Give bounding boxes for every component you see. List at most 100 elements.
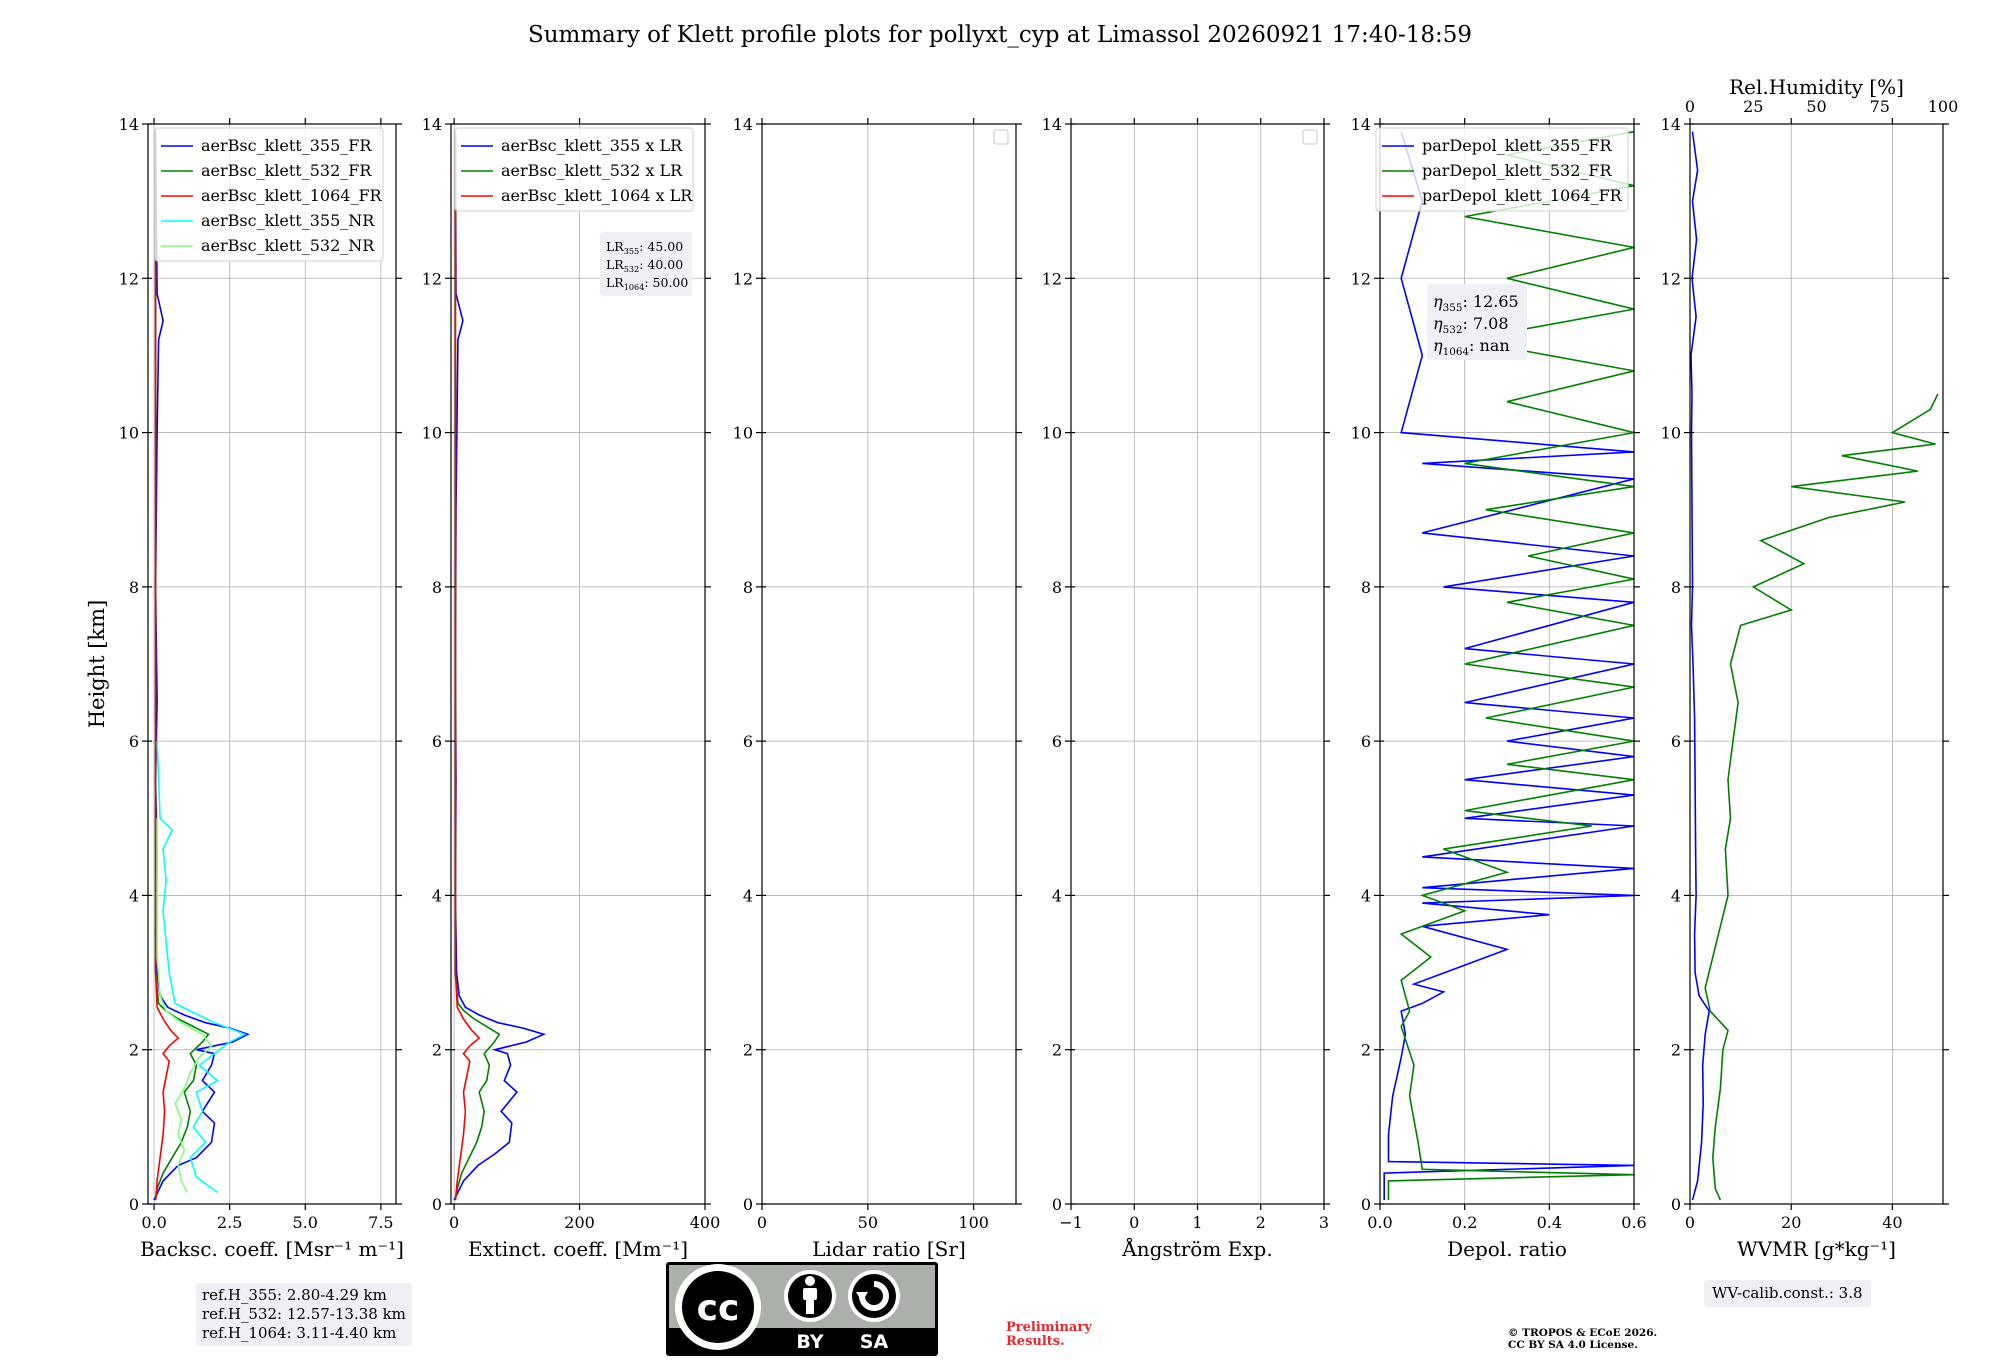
ytick-label: 10 — [733, 424, 753, 443]
ytick-label: 14 — [119, 115, 139, 134]
top-xtick-label: 75 — [1870, 97, 1890, 116]
ytick-label: 0 — [1361, 1195, 1371, 1214]
cc-logo-text: cc — [697, 1288, 740, 1329]
empty-legend-box — [993, 129, 1009, 145]
plot-frame — [1689, 123, 1944, 1205]
xaxis-label: WVMR [g*kg⁻¹] — [1737, 1237, 1896, 1261]
legend-label: parDepol_klett_1064_FR — [1422, 186, 1623, 205]
xaxis-label: Lidar ratio [Sr] — [812, 1237, 966, 1261]
empty-legend-box — [1302, 129, 1318, 145]
xtick-label: 0.0 — [1367, 1213, 1392, 1232]
ytick-label: 10 — [1661, 424, 1681, 443]
xtick-label: 40 — [1882, 1213, 1902, 1232]
by-label: BY — [796, 1331, 823, 1353]
xtick-label: 400 — [690, 1213, 721, 1232]
ytick-label: 0 — [1052, 1195, 1062, 1214]
top-xtick-label: 100 — [1928, 97, 1959, 116]
ytick-label: 10 — [119, 424, 139, 443]
ytick-label: 12 — [733, 269, 753, 288]
ytick-label: 10 — [1042, 424, 1062, 443]
plot-frame — [761, 123, 1017, 1205]
xtick-label: 1 — [1192, 1213, 1202, 1232]
ytick-label: 0 — [129, 1195, 139, 1214]
ytick-label: 4 — [129, 886, 139, 905]
panel-4: 02468101214−1 0 1 2 3Ångström Exp. — [1042, 115, 1330, 1261]
annotation-line: LR355: 45.00 — [606, 239, 683, 256]
ytick-label: 4 — [743, 886, 753, 905]
panel-6: 024681012140 20 40WVMR [g*kg⁻¹]0 25 50 75 100R… — [1661, 75, 1959, 1261]
series-line-aerBsc_klett_1064 x LR — [454, 131, 481, 1201]
legend-label: aerBsc_klett_355 x LR — [501, 136, 683, 155]
copyright-line-2: CC BY SA 4.0 License. — [1508, 1339, 1638, 1351]
sa-label: SA — [860, 1331, 889, 1353]
ref-height-532: ref.H_532: 12.57-13.38 km — [202, 1305, 406, 1323]
legend-label: aerBsc_klett_355_NR — [201, 211, 375, 230]
preliminary-line-1: Preliminary — [1006, 1320, 1092, 1335]
ytick-label: 12 — [1351, 269, 1371, 288]
ytick-label: 4 — [1052, 886, 1062, 905]
ytick-label: 12 — [119, 269, 139, 288]
legend-label: aerBsc_klett_1064 x LR — [501, 186, 693, 205]
ytick-label: 6 — [743, 732, 753, 751]
legend-label: aerBsc_klett_532_FR — [201, 161, 372, 180]
ytick-label: 6 — [1671, 732, 1681, 751]
sa-sharealike-icon — [848, 1270, 900, 1322]
ytick-label: 10 — [1351, 424, 1371, 443]
xaxis-label: Extinct. coeff. [Mm⁻¹] — [468, 1237, 688, 1261]
ref-height-1064: ref.H_1064: 3.11-4.40 km — [202, 1324, 397, 1342]
by-attribution-icon — [784, 1270, 836, 1322]
xtick-label: 50 — [858, 1213, 878, 1232]
ytick-label: 6 — [432, 732, 442, 751]
series-line-aerBsc_klett_355_NR — [156, 741, 247, 1194]
ytick-label: 14 — [1351, 115, 1371, 134]
xtick-label: 0 — [1129, 1213, 1139, 1232]
top-xtick-label: 25 — [1743, 97, 1763, 116]
copyright-note: © TROPOS & ECoE 2026. CC BY SA 4.0 Licen… — [1508, 1327, 1657, 1351]
wv-calib-box: WV-calib.const.: 3.8 — [1704, 1280, 1871, 1307]
xtick-label: 3 — [1319, 1213, 1329, 1232]
xtick-label: 0.0 — [141, 1213, 166, 1232]
series-line-RH — [1704, 393, 1939, 1201]
annotation-box: η355: 12.65η532: 7.08η1064: nan — [1427, 284, 1527, 360]
ytick-label: 8 — [1361, 578, 1371, 597]
panel-3: 0 2 4 6 8 10 12 14 0 50 100 Lidar ratio [Sr] — [733, 115, 1022, 1261]
xtick-label: 0.2 — [1452, 1213, 1477, 1232]
plot-frame — [147, 123, 397, 1205]
copyright-line-1: © TROPOS & ECoE 2026. — [1508, 1327, 1658, 1339]
ref-height-355: ref.H_355: 2.80-4.29 km — [202, 1286, 387, 1304]
ytick-label: 8 — [432, 578, 442, 597]
xtick-label: 0 — [757, 1213, 767, 1232]
ytick-label: 2 — [743, 1041, 753, 1060]
profile-chart: 024681012140.0 2.5 5.0 7.5Backsc. coeff. [M… — [85, 75, 1959, 1261]
xaxis-label: Backsc. coeff. [Msr⁻¹ m⁻¹] — [140, 1237, 404, 1261]
annotation-line: LR532: 40.00 — [606, 257, 683, 274]
legend-label: aerBsc_klett_532 x LR — [501, 161, 683, 180]
xtick-label: 20 — [1781, 1213, 1801, 1232]
ytick-label: 10 — [422, 424, 442, 443]
ytick-label: 8 — [1052, 578, 1062, 597]
legend: parDepol_klett_355_FR parDepol_klett_532_… — [1375, 127, 1629, 212]
ytick-label: 4 — [432, 886, 442, 905]
preliminary-line-2: Results. — [1006, 1334, 1065, 1349]
panel-5: 0 2 4 6 8 10 12 14 0.0 0.2 0.4 0.6 Depol. ratio parDe… — [1351, 115, 1647, 1261]
ytick-label: 4 — [1361, 886, 1371, 905]
ytick-label: 6 — [1052, 732, 1062, 751]
top-xtick-label: 50 — [1806, 97, 1826, 116]
ytick-label: 0 — [432, 1195, 442, 1214]
top-xtick-label: 0 — [1685, 97, 1695, 116]
ytick-label: 14 — [1042, 115, 1062, 134]
legend-label: parDepol_klett_355_FR — [1422, 136, 1613, 155]
xtick-label: 0.6 — [1621, 1213, 1646, 1232]
ytick-label: 12 — [422, 269, 442, 288]
legend-label: aerBsc_klett_1064_FR — [201, 186, 383, 205]
yaxis-label: Height [km] — [85, 600, 109, 729]
ytick-label: 0 — [743, 1195, 753, 1214]
ytick-label: 8 — [129, 578, 139, 597]
xaxis-label: Ångström Exp. — [1121, 1236, 1272, 1261]
ytick-label: 14 — [1661, 115, 1681, 134]
ytick-label: 0 — [1671, 1195, 1681, 1214]
ytick-label: 6 — [129, 732, 139, 751]
ytick-label: 2 — [1361, 1041, 1371, 1060]
ytick-label: 2 — [432, 1041, 442, 1060]
ytick-label: 12 — [1042, 269, 1062, 288]
